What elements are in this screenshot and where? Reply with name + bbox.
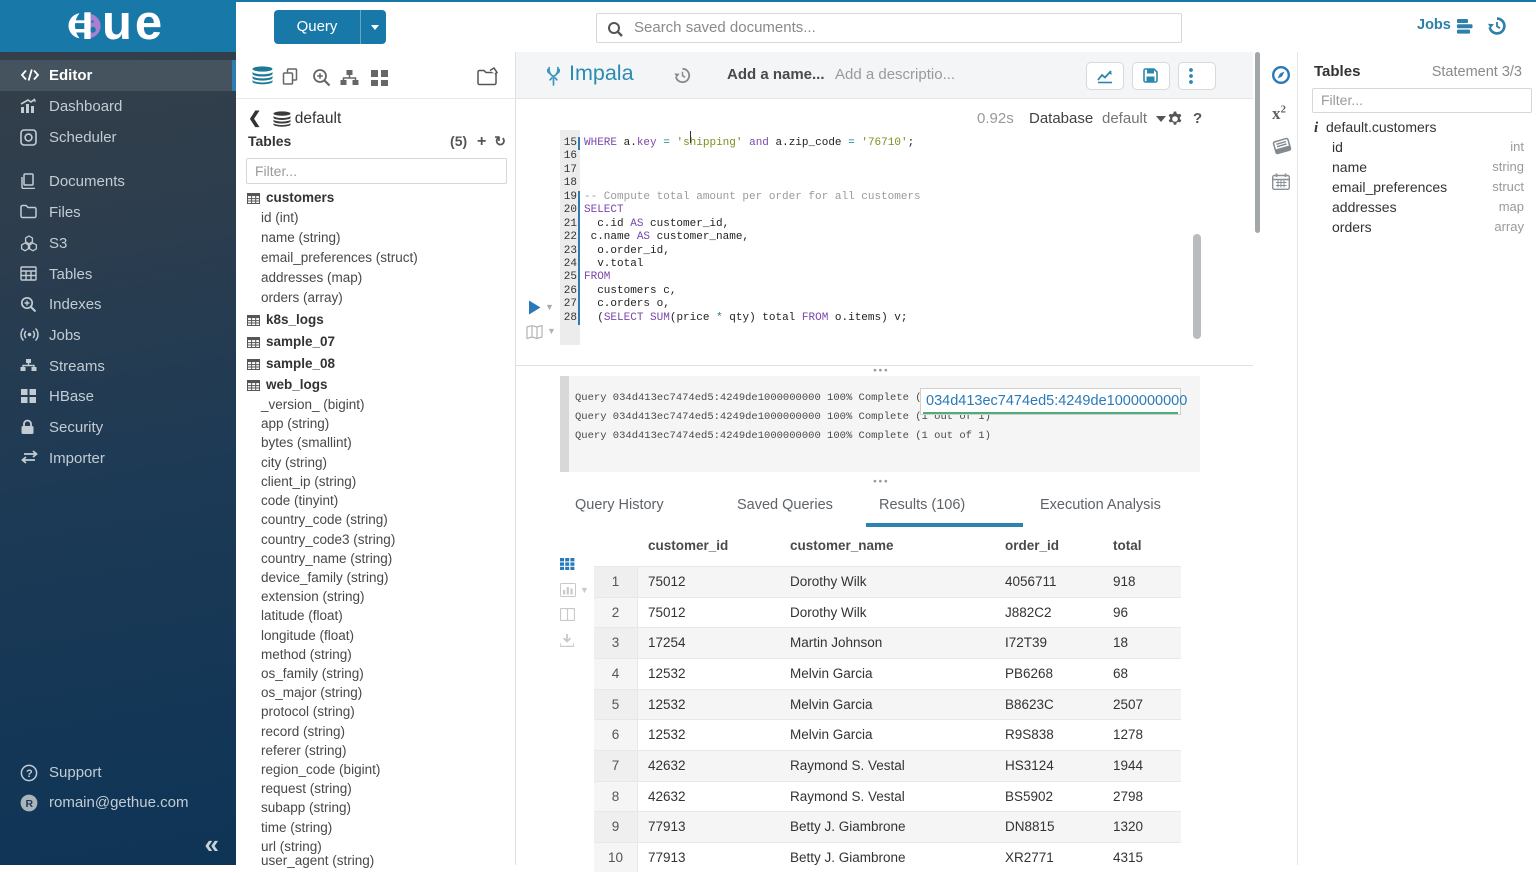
- svg-text:R: R: [26, 798, 34, 810]
- svg-text:?: ?: [26, 768, 33, 780]
- svg-text:ue: ue: [102, 0, 165, 50]
